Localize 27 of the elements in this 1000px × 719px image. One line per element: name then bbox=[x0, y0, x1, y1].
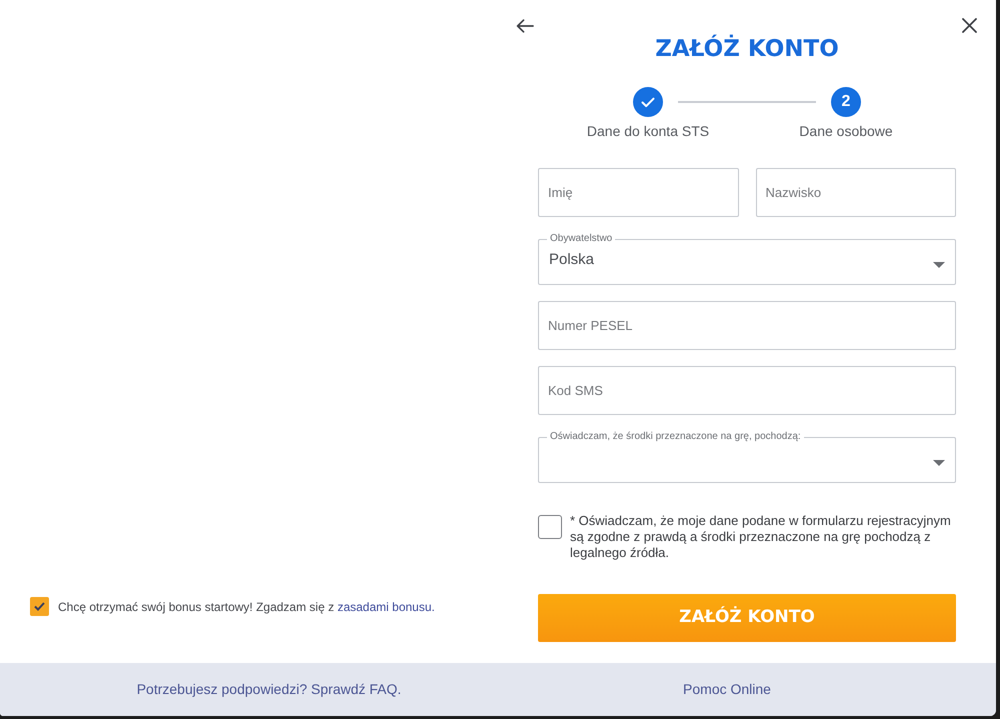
page-title: ZAŁÓŻ KONTO bbox=[655, 35, 839, 63]
text-input-field[interactable]: Numer PESEL bbox=[538, 301, 956, 350]
close-icon bbox=[962, 18, 977, 33]
step-label: Dane do konta STS bbox=[586, 122, 710, 140]
select-field[interactable]: Oświadczam, że środki przeznaczone na grę, pochodzą: bbox=[538, 431, 956, 483]
back-arrow-icon bbox=[516, 18, 534, 32]
text-input-field[interactable]: Nazwisko bbox=[756, 168, 956, 217]
bonus-rules-link[interactable]: zasadami bonusu. bbox=[337, 600, 435, 614]
check-icon bbox=[34, 602, 45, 611]
declaration-checkbox[interactable] bbox=[538, 515, 562, 539]
declaration-text: * Oświadczam, że moje dane podane w formularzu rejestracyjnym są zgodne z prawdą a środki przeznaczone na grę pochodzą z legalnego źródła. bbox=[570, 513, 952, 561]
field-label: Obywatelstwo bbox=[549, 233, 614, 245]
select-value: Polska bbox=[549, 250, 594, 270]
close-button[interactable] bbox=[960, 16, 979, 35]
dropdown-caret-icon bbox=[933, 262, 945, 268]
footer-link[interactable]: Pomoc Online bbox=[683, 679, 771, 700]
field-label: Oświadczam, że środki przeznaczone na grę, pochodzą: bbox=[549, 431, 802, 443]
step-label: Dane osobowe bbox=[799, 122, 893, 140]
text-input-field[interactable]: Kod SMS bbox=[538, 366, 956, 415]
text-input-field[interactable]: Imię bbox=[538, 168, 738, 217]
dropdown-caret-icon bbox=[933, 460, 945, 466]
footer-link[interactable]: Potrzebujesz podpowiedzi? Sprawdź FAQ. bbox=[136, 679, 402, 700]
select-field[interactable]: Obywatelstwo Polska bbox=[538, 233, 956, 285]
bonus-consent-text: Chcę otrzymać swój bonus startowy! Zgadzam się z zasadami bonusu. bbox=[58, 598, 435, 614]
back-button[interactable] bbox=[514, 16, 536, 34]
step-number: 2 bbox=[831, 87, 861, 117]
bonus-checkbox[interactable] bbox=[30, 597, 49, 616]
